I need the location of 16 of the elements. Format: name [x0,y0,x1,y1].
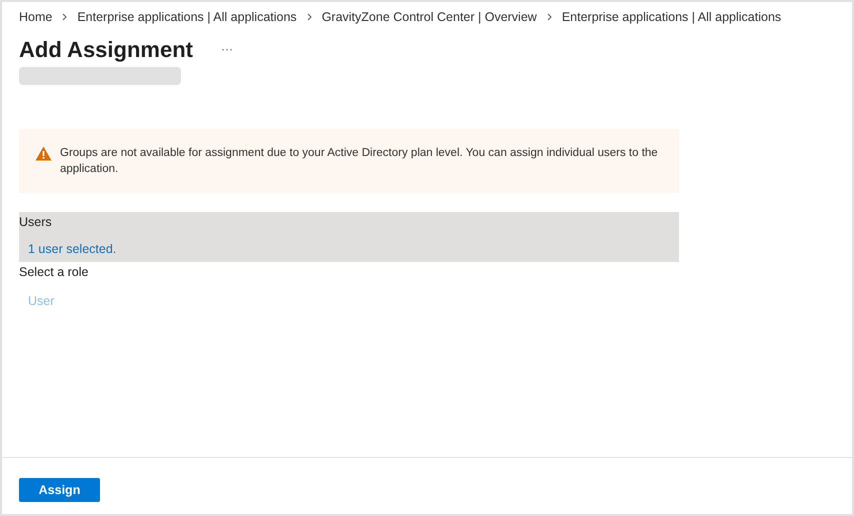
warning-message: Groups are not available for assignment due to your Active Directory plan level. You can assign individual users to the application. [60,146,659,177]
breadcrumb-link[interactable]: Home [19,8,52,26]
users-label: Users [19,214,52,231]
chevron-icon [546,13,552,21]
more-button[interactable]: ··· [216,40,237,58]
warning-icon [35,146,52,161]
chevron-icon [306,13,312,21]
page-title: Add Assignment [19,36,193,64]
role-label: Select a role [19,264,88,281]
users-panel[interactable]: Users 1 user selected. [19,212,679,262]
chevron-icon [62,13,68,21]
users-value: 1 user selected. [28,240,116,258]
assign-button[interactable]: Assign [19,478,100,502]
breadcrumb-link[interactable]: GravityZone Control Center | Overview [322,8,537,26]
breadcrumb-link[interactable]: Enterprise applications | All applications [77,8,297,26]
breadcrumb-link[interactable]: Enterprise applications | All applications [562,8,782,26]
